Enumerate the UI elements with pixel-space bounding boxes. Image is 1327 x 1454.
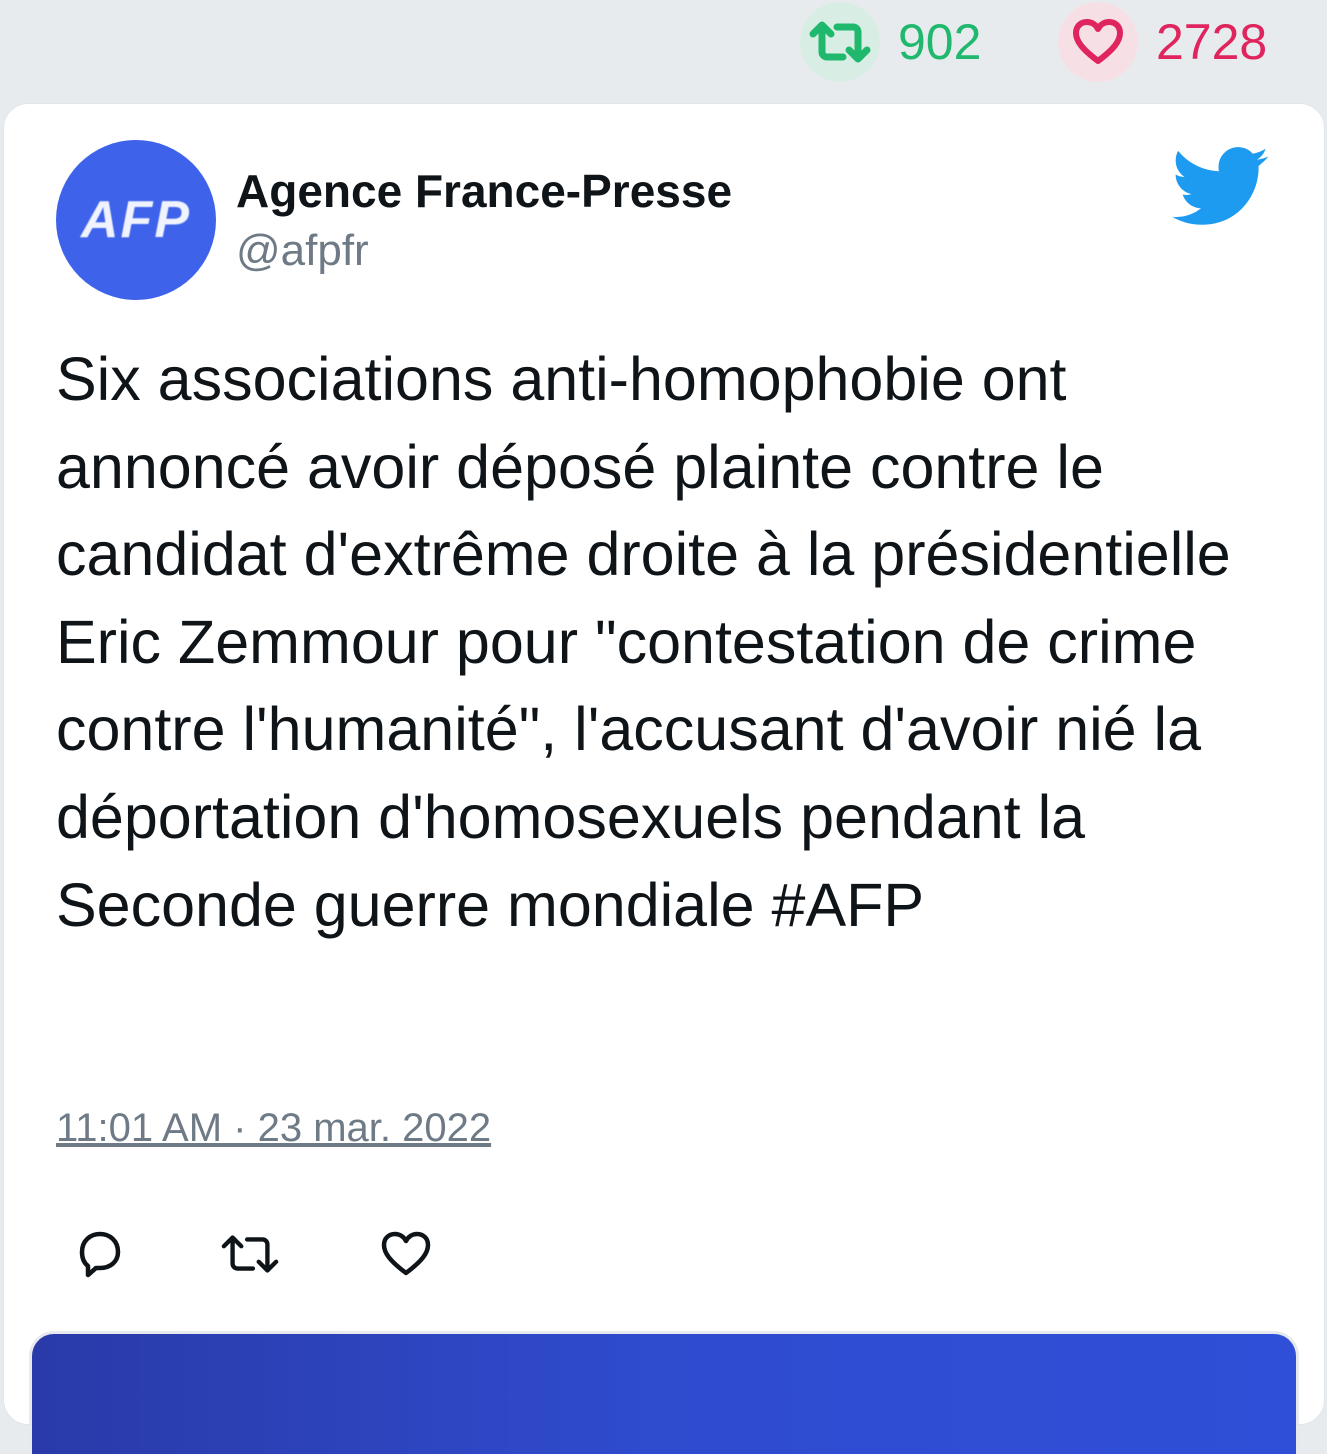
retweet-icon <box>221 1235 279 1273</box>
like-count: 2728 <box>1156 14 1268 70</box>
avatar-logo-text: AFP <box>81 191 191 249</box>
retweet-stat-icon-circle <box>800 2 880 82</box>
tweet-stats-bar: 902 2728 <box>0 0 1327 86</box>
media-preview[interactable] <box>32 1334 1296 1454</box>
tweet-text: Six associations anti-homophobie ont ann… <box>56 345 1231 939</box>
retweet-button[interactable] <box>220 1224 280 1284</box>
heart-icon <box>381 1231 431 1276</box>
tweet-card: AFP Agence France-Presse @afpfr Six asso… <box>4 104 1324 1454</box>
author-handle[interactable]: @afpfr <box>236 226 369 276</box>
twitter-bird-icon[interactable] <box>1172 146 1270 230</box>
retweet-icon <box>809 21 871 63</box>
reply-button[interactable] <box>70 1224 130 1284</box>
like-stat-icon-circle <box>1058 2 1138 82</box>
author-name[interactable]: Agence France-Presse <box>236 164 732 218</box>
heart-icon <box>1073 19 1123 64</box>
like-button[interactable] <box>376 1224 436 1284</box>
reply-icon <box>79 1231 121 1278</box>
tweet-actions <box>4 1224 604 1284</box>
avatar[interactable]: AFP <box>56 140 216 300</box>
tweet-timestamp[interactable]: 11:01 AM · 23 mar. 2022 <box>56 1106 491 1151</box>
retweet-count: 902 <box>898 14 982 70</box>
like-stat[interactable]: 2728 <box>1058 2 1267 82</box>
retweet-stat[interactable]: 902 <box>800 2 981 82</box>
